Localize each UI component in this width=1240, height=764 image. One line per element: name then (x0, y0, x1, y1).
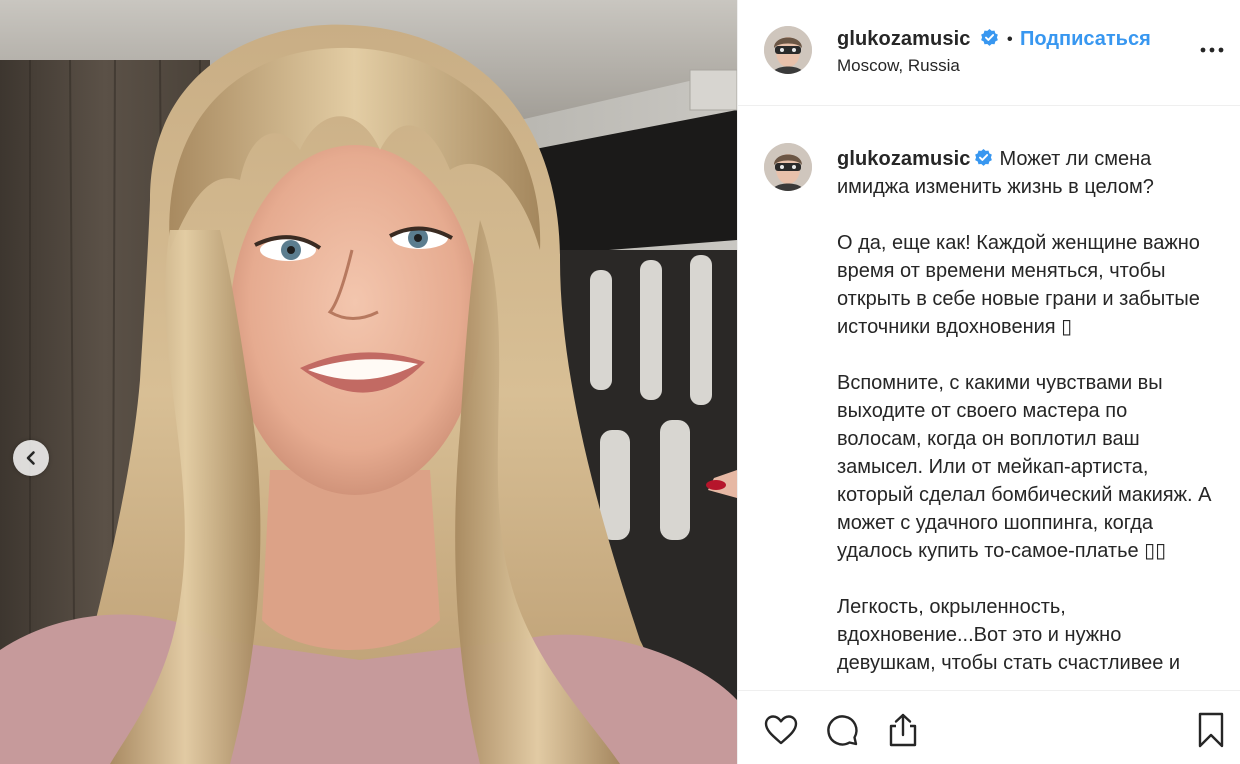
verified-badge-icon (981, 28, 999, 46)
comments-area[interactable]: glukozamusic Может ли смена имиджа измени… (738, 107, 1240, 690)
save-button[interactable] (1192, 711, 1230, 749)
comment-button[interactable] (823, 711, 861, 749)
instagram-post: glukozamusic • Подписаться Moscow, Russi… (0, 0, 1240, 764)
heart-icon (764, 715, 798, 745)
header-username-text[interactable]: glukozamusic (837, 28, 970, 50)
previous-photo-button[interactable] (13, 440, 49, 476)
caption-username[interactable]: glukozamusic (837, 148, 970, 170)
post-caption: glukozamusic Может ли смена имиджа измени… (837, 145, 1212, 677)
post-header: glukozamusic • Подписаться Moscow, Russi… (738, 0, 1240, 106)
more-options-icon (1200, 47, 1224, 53)
caption-avatar[interactable] (764, 143, 812, 191)
action-bar (738, 690, 1240, 764)
follow-button[interactable]: Подписаться (1020, 28, 1151, 51)
more-options-button[interactable] (1199, 40, 1225, 60)
share-icon (889, 713, 917, 747)
header-username[interactable]: glukozamusic (837, 28, 999, 51)
caption-text: Может ли смена имиджа изменить жизнь в ц… (837, 148, 1212, 674)
selfie-photo (0, 0, 737, 764)
like-button[interactable] (762, 711, 800, 749)
verified-badge-icon (975, 148, 993, 166)
location-link[interactable]: Moscow, Russia (837, 56, 960, 76)
avatar[interactable] (764, 26, 812, 74)
avatar-image (764, 26, 812, 74)
comment-icon (827, 715, 858, 746)
chevron-left-icon (26, 451, 35, 465)
avatar-image (764, 143, 812, 191)
separator-dot: • (1007, 31, 1013, 48)
post-photo[interactable] (0, 0, 737, 764)
share-button[interactable] (884, 711, 922, 749)
post-side-panel: glukozamusic • Подписаться Moscow, Russi… (737, 0, 1240, 764)
bookmark-icon (1198, 712, 1224, 748)
